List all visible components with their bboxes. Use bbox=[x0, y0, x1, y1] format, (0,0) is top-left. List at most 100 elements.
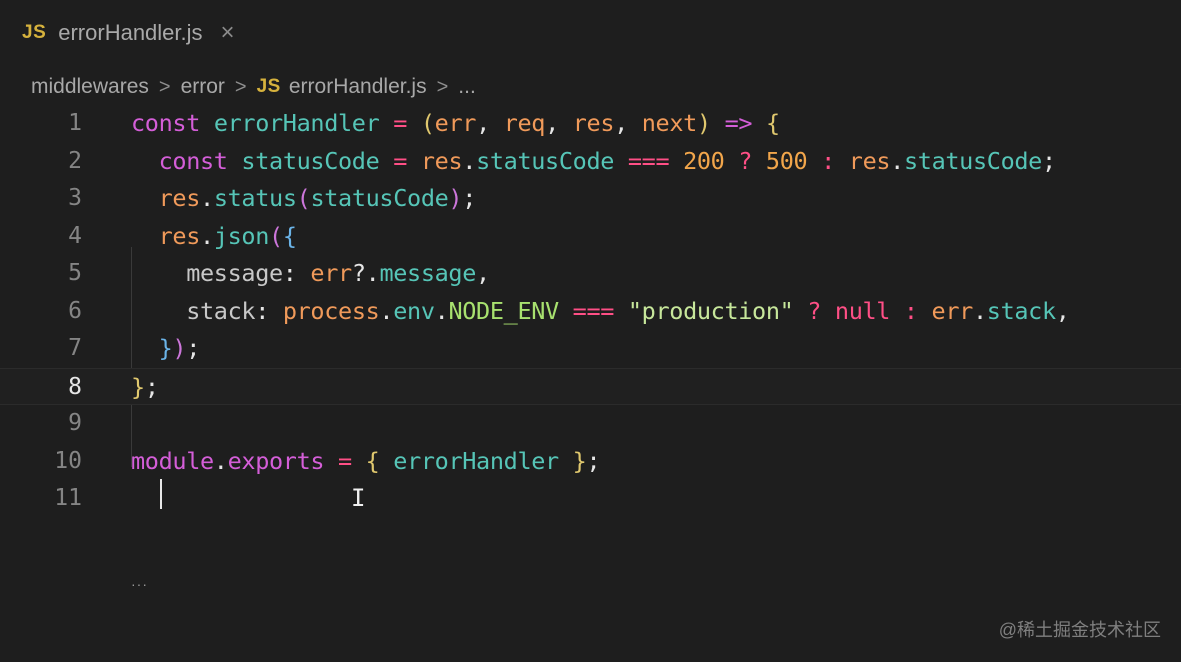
code-line[interactable]: 3 res.status(statusCode); bbox=[0, 180, 1181, 217]
code-line[interactable]: 10 module.exports = { errorHandler }; bbox=[0, 443, 1181, 480]
breadcrumb-item-file[interactable]: errorHandler.js bbox=[289, 75, 427, 99]
code-token: res bbox=[420, 146, 463, 175]
code-line[interactable]: 9 bbox=[0, 405, 1181, 442]
code-token: . bbox=[379, 296, 394, 325]
breadcrumb-separator: > bbox=[158, 75, 171, 98]
breadcrumb-item-middlewares[interactable]: middlewares bbox=[31, 75, 149, 99]
code-token: statusCode bbox=[476, 146, 615, 175]
line-number: 2 bbox=[68, 147, 82, 174]
code-line[interactable]: 5 message: err?.message, bbox=[0, 255, 1181, 292]
breadcrumb-item-error[interactable]: error bbox=[181, 75, 225, 99]
code-token: errorHandler bbox=[393, 446, 559, 475]
code-token: , bbox=[1055, 296, 1070, 325]
code-token: null bbox=[834, 296, 891, 325]
code-token: statusCode bbox=[241, 146, 380, 175]
code-token: } bbox=[158, 334, 173, 362]
code-token: ? bbox=[807, 296, 822, 325]
code-token: ?. bbox=[351, 259, 380, 287]
code-token: const bbox=[131, 109, 200, 137]
code-token: ) bbox=[172, 334, 187, 362]
line-number: 9 bbox=[68, 410, 82, 436]
code-line[interactable]: 8}; bbox=[0, 367, 1181, 405]
code-token: res bbox=[572, 109, 615, 137]
breadcrumb-item-more[interactable]: ... bbox=[458, 75, 476, 99]
code-token: . bbox=[890, 146, 904, 175]
code-line[interactable]: 1 const errorHandler = (err, req, res, ne… bbox=[0, 105, 1181, 142]
code-line[interactable]: 6 stack: process.env.NODE_ENV === "produ… bbox=[0, 293, 1181, 330]
code-token: message bbox=[379, 259, 477, 287]
code-token: : bbox=[282, 259, 297, 287]
code-token: ? bbox=[738, 146, 753, 175]
code-token: , bbox=[545, 109, 559, 137]
code-token: statusCode bbox=[903, 146, 1042, 175]
editor-tab-errorhandler[interactable]: JS errorHandler.js × bbox=[22, 16, 235, 50]
javascript-file-icon: JS bbox=[22, 22, 47, 43]
code-line[interactable]: 4 res.json({ bbox=[0, 218, 1181, 255]
code-token: { bbox=[365, 446, 380, 475]
code-token: json bbox=[213, 221, 270, 250]
code-line[interactable]: 7 }); bbox=[0, 330, 1181, 367]
code-token: statusCode bbox=[310, 184, 449, 212]
code-token: const bbox=[158, 146, 228, 175]
code-token: err bbox=[310, 259, 352, 287]
line-number: 6 bbox=[68, 297, 82, 324]
code-token: res bbox=[158, 221, 201, 250]
code-token: ; bbox=[586, 446, 601, 475]
code-token: ( bbox=[296, 184, 311, 212]
breadcrumb: middlewares > error > JS errorHandler.js… bbox=[31, 72, 476, 102]
code-token: res bbox=[158, 184, 201, 212]
code-token: : bbox=[255, 296, 270, 325]
code-token: . bbox=[200, 221, 214, 250]
code-token: ; bbox=[462, 184, 477, 212]
code-token: { bbox=[282, 221, 297, 250]
code-token: ( bbox=[269, 221, 283, 250]
code-editor[interactable]: ··· I 1 const errorHandler = (err, req, r… bbox=[0, 105, 1181, 662]
code-text: message: err?.message, bbox=[131, 255, 490, 292]
code-token: message bbox=[186, 259, 283, 287]
code-line[interactable]: 2 const statusCode = res.statusCode === … bbox=[0, 143, 1181, 180]
code-token: req bbox=[503, 109, 546, 137]
code-line[interactable]: 11 bbox=[0, 480, 1181, 517]
code-text: const statusCode = res.statusCode === 20… bbox=[131, 143, 1057, 180]
breadcrumb-separator: > bbox=[234, 75, 247, 98]
code-token: } bbox=[572, 446, 587, 475]
code-token: NODE_ENV bbox=[448, 296, 559, 325]
code-token: exports bbox=[227, 446, 325, 475]
line-number: 8 bbox=[68, 373, 82, 400]
code-token: , bbox=[476, 109, 490, 137]
breadcrumb-separator: > bbox=[436, 75, 449, 98]
code-token: errorHandler bbox=[213, 109, 380, 137]
code-token: = bbox=[393, 146, 408, 175]
code-token: ; bbox=[1041, 146, 1056, 175]
code-token: ; bbox=[144, 372, 159, 401]
code-token: = bbox=[338, 446, 352, 475]
code-token: : bbox=[903, 296, 918, 325]
watermark: @稀土掘金技术社区 bbox=[998, 620, 1161, 640]
code-token: === bbox=[572, 296, 615, 325]
code-text: res.status(statusCode); bbox=[131, 180, 477, 217]
close-icon[interactable]: × bbox=[221, 19, 235, 47]
code-token: "production" bbox=[627, 296, 794, 325]
code-text: }); bbox=[131, 330, 201, 367]
